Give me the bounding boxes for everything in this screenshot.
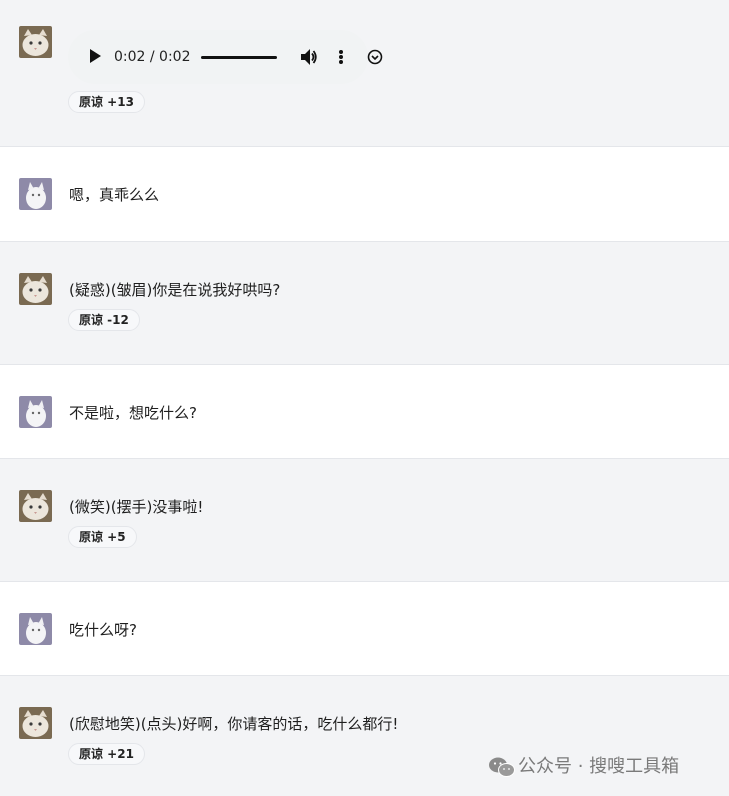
message-text: (欣慰地笑)(点头)好啊，你请客的话，吃什么都行! bbox=[69, 715, 399, 733]
chevron-down-circle-icon[interactable] bbox=[366, 47, 384, 71]
audio-progress-bar[interactable] bbox=[201, 56, 277, 59]
forgiveness-badge: 原谅 -12 bbox=[68, 309, 140, 331]
more-options-icon[interactable] bbox=[338, 47, 344, 71]
forgiveness-badge: 原谅 +21 bbox=[68, 743, 145, 765]
message-row: 不是啦，想吃什么? bbox=[0, 365, 729, 458]
user-avatar bbox=[19, 396, 52, 428]
forgiveness-badge: 原谅 +13 bbox=[68, 91, 145, 113]
message-row: 吃什么呀? bbox=[0, 582, 729, 675]
audio-player: 0:02 / 0:02 bbox=[68, 30, 383, 84]
user-avatar bbox=[19, 613, 52, 645]
user-avatar bbox=[19, 178, 52, 210]
cat-avatar bbox=[19, 707, 52, 739]
message-row: (微笑)(摆手)没事啦! 原谅 +5 bbox=[0, 459, 729, 581]
message-row: (疑惑)(皱眉)你是在说我好哄吗? 原谅 -12 bbox=[0, 242, 729, 364]
message-text: 吃什么呀? bbox=[69, 621, 137, 639]
message-text: 不是啦，想吃什么? bbox=[69, 404, 197, 422]
forgiveness-badge: 原谅 +5 bbox=[68, 526, 137, 548]
cat-avatar bbox=[19, 26, 52, 58]
wechat-icon bbox=[488, 756, 516, 786]
message-text: (疑惑)(皱眉)你是在说我好哄吗? bbox=[69, 281, 281, 299]
play-icon[interactable] bbox=[90, 49, 101, 63]
message-text: (微笑)(摆手)没事啦! bbox=[69, 498, 204, 516]
cat-avatar bbox=[19, 273, 52, 305]
volume-icon[interactable] bbox=[300, 47, 318, 71]
message-row: 0:02 / 0:02 原谅 +13 bbox=[0, 0, 729, 146]
watermark-text: 公众号 · 搜嗖工具箱 bbox=[518, 756, 680, 777]
message-row: 嗯，真乖么么 bbox=[0, 147, 729, 241]
message-text: 嗯，真乖么么 bbox=[69, 186, 160, 204]
audio-time: 0:02 / 0:02 bbox=[114, 49, 191, 65]
cat-avatar bbox=[19, 490, 52, 522]
